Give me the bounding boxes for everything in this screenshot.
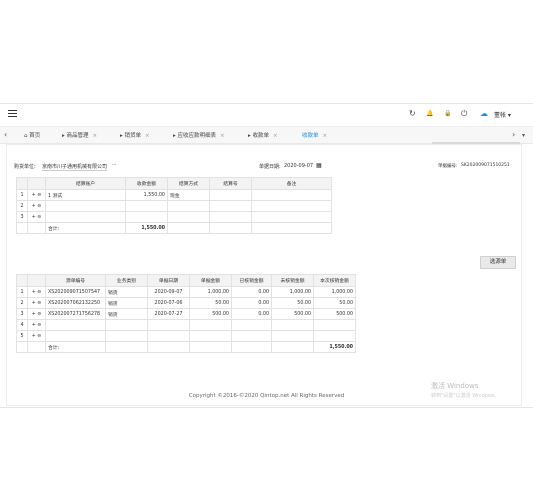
table-row[interactable]: 2 + ⊖ [16, 200, 516, 212]
row-add-remove-icon[interactable]: + ⊖ [27, 200, 46, 212]
row-add-remove-icon[interactable]: + ⊖ [27, 297, 46, 309]
row-add-remove-icon[interactable]: + ⊖ [27, 211, 46, 223]
tab-receivable-detail[interactable]: ▸ 应收应款明细表 × [173, 130, 225, 142]
table-row[interactable]: 3 + ⊖ XS202007271756278 销货 2020-07-27 50… [16, 308, 516, 320]
close-icon[interactable]: × [93, 133, 98, 139]
col-doc-amount: 单据金额 [189, 274, 232, 287]
tab-home[interactable]: ⌂ 首页 [24, 130, 40, 142]
table-row[interactable]: 5 + ⊖ [16, 330, 516, 342]
menu-icon[interactable] [8, 110, 17, 118]
close-icon[interactable]: × [220, 133, 225, 139]
customer-input[interactable]: 京南市川子通用机械有限公司 [42, 163, 107, 171]
lock-icon[interactable]: 🔒 [444, 110, 451, 117]
table-row[interactable]: 4 + ⊖ [16, 319, 516, 331]
col-doc-date: 单据日期 [147, 274, 190, 287]
close-icon[interactable]: × [273, 133, 278, 139]
col-amount: 收款金额 [125, 177, 168, 190]
doc-no-label: 单据编号: [438, 164, 458, 169]
select-source-button[interactable]: 选源单 [480, 256, 516, 269]
row-add-remove-icon[interactable]: + ⊖ [27, 286, 46, 298]
tabs-left-arrow-icon[interactable]: ‹ [4, 130, 7, 139]
table-row[interactable]: 1 + ⊖ 1 测试 1,550.00 现金 [16, 189, 516, 201]
tab-goods[interactable]: ▸ 商品管理 × [62, 130, 97, 142]
tab-receipt-active[interactable]: 收款单 × [302, 130, 327, 142]
table-total-row: 合计: 1,550.00 [16, 341, 516, 353]
row-add-remove-icon[interactable]: + ⊖ [27, 189, 46, 201]
table-row[interactable]: 2 + ⊖ XS202007062132250 销货 2020-07-06 50… [16, 297, 516, 309]
tabs-right-arrow-icon[interactable]: › [512, 130, 515, 139]
table-row[interactable]: 1 + ⊖ XS202009071507547 销货 2020-09-07 1,… [16, 286, 516, 298]
col-biz-type: 业务类别 [105, 274, 148, 287]
date-label: 单据日期: [259, 164, 281, 170]
tabs-menu-icon[interactable]: ▾ [522, 132, 525, 139]
col-this-writeoff: 本次核销金额 [313, 274, 356, 287]
row-add-remove-icon[interactable]: + ⊖ [27, 330, 46, 342]
calendar-icon[interactable]: ▦ [316, 162, 322, 169]
col-method: 结算方式 [167, 177, 210, 190]
doc-no-value: SK202009071510251 [461, 163, 510, 168]
top-bar: ↻ 🔔 🔒 ⏻ ☁ 董帐 ▾ [0, 104, 533, 127]
user-menu[interactable]: 董帐 ▾ [494, 110, 511, 119]
close-icon[interactable]: × [323, 133, 328, 139]
date-input[interactable]: 2020-09-07 [284, 163, 313, 169]
col-account: 结算账户 [45, 177, 126, 190]
col-written-off: 已核销金额 [231, 274, 272, 287]
row-add-remove-icon[interactable]: + ⊖ [27, 308, 46, 320]
windows-watermark-sub: 转到"设置"以激活 Windows。 [431, 393, 500, 399]
settlement-table: 结算账户 收款金额 结算方式 结算号 备注 1 + ⊖ 1 测试 1,550.0… [16, 177, 516, 234]
refresh-icon[interactable]: ↻ [409, 109, 416, 118]
customer-more-button[interactable]: ··· [112, 162, 117, 168]
close-icon[interactable]: × [145, 133, 150, 139]
table-row[interactable]: 3 + ⊖ [16, 211, 516, 223]
tab-sales[interactable]: ▸ 销货单 × [120, 130, 150, 142]
cloud-icon[interactable]: ☁ [480, 109, 488, 118]
windows-watermark: 激活 Windows [431, 382, 479, 390]
table-total-row: 合计: 1,550.00 [16, 222, 516, 234]
col-no: 结算号 [209, 177, 252, 190]
customer-label: 购货单位: [14, 164, 36, 170]
bell-icon[interactable]: 🔔 [426, 110, 433, 117]
row-add-remove-icon[interactable]: + ⊖ [27, 319, 46, 331]
col-outstanding: 未核销金额 [271, 274, 314, 287]
col-src-no: 源单编号 [45, 274, 106, 287]
source-doc-table: 源单编号 业务类别 单据日期 单据金额 已核销金额 未核销金额 本次核销金额 1… [16, 274, 516, 353]
tab-receipt[interactable]: ▸ 收款单 × [248, 130, 278, 142]
col-note: 备注 [251, 177, 332, 190]
app-window: ↻ 🔔 🔒 ⏻ ☁ 董帐 ▾ ‹ ⌂ 首页 ▸ 商品管理 × ▸ 销货单 × ▸ 应… [0, 103, 533, 408]
power-icon[interactable]: ⏻ [461, 109, 467, 119]
